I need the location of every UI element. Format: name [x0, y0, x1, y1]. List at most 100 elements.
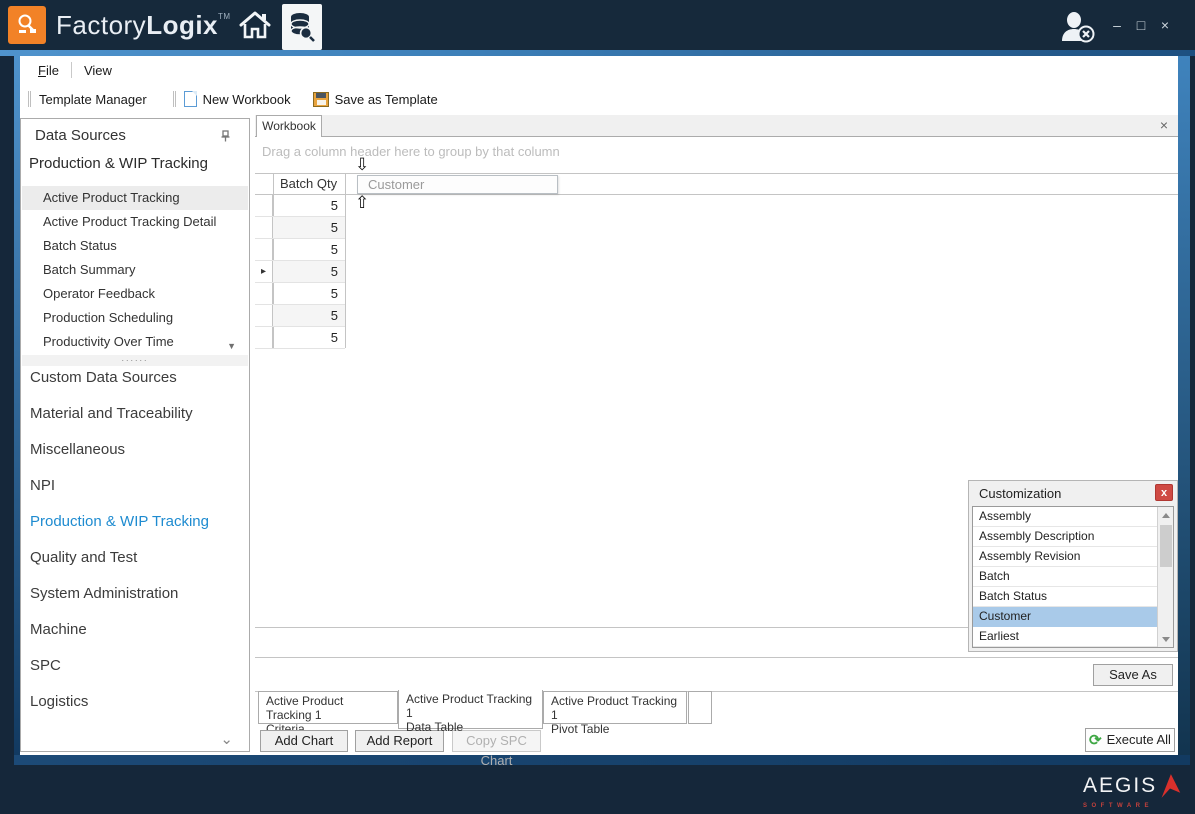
- add-chart-button[interactable]: Add Chart: [260, 730, 348, 752]
- table-row[interactable]: 5: [255, 327, 345, 349]
- brand-trademark: TM: [218, 12, 231, 21]
- logo-glyph-icon: [14, 12, 40, 38]
- category-machine[interactable]: Machine: [22, 611, 248, 647]
- customization-close-button[interactable]: x: [1155, 484, 1173, 501]
- data-explorer-tab[interactable]: [282, 4, 322, 50]
- field-customer[interactable]: Customer: [973, 607, 1173, 627]
- menu-view[interactable]: View: [76, 60, 120, 81]
- home-icon[interactable]: [238, 10, 272, 45]
- tab-workbook[interactable]: Workbook: [256, 115, 322, 137]
- category-miscellaneous[interactable]: Miscellaneous: [22, 431, 248, 467]
- field-batch-status[interactable]: Batch Status: [973, 587, 1173, 607]
- data-sources-panel: Data Sources Production & WIP Tracking A…: [20, 118, 250, 752]
- sidebar-item-active-product-tracking-detail[interactable]: Active Product Tracking Detail: [22, 210, 248, 234]
- aegis-logo: AEGIS SOFTWARE: [1083, 770, 1183, 809]
- table-row[interactable]: 5: [255, 305, 345, 327]
- execute-all-button[interactable]: ⟳ Execute All: [1085, 728, 1175, 752]
- category-material-and-traceability[interactable]: Material and Traceability: [22, 395, 248, 431]
- execute-icon: ⟳: [1089, 733, 1102, 748]
- menubar: File View: [20, 56, 1178, 84]
- template-manager-button[interactable]: Template Manager: [39, 92, 155, 107]
- new-workbook-button[interactable]: New Workbook: [184, 91, 299, 107]
- window-frame-right: [1178, 56, 1190, 755]
- grid-header-bottom-border: [255, 194, 1178, 195]
- tab-line2: Data Table: [406, 720, 535, 734]
- titlebar: FactoryLogixTM – □ ×: [0, 0, 1195, 50]
- batch-qty-cell: 5: [273, 283, 345, 304]
- table-row[interactable]: ▸5: [255, 261, 345, 283]
- category-production-wip-tracking[interactable]: Production & WIP Tracking: [22, 503, 248, 539]
- row-indicator: [255, 305, 273, 326]
- drop-indicator-down-icon: ⇩: [355, 157, 369, 173]
- table-row[interactable]: 5: [255, 239, 345, 261]
- batch-qty-cell: 5: [273, 217, 345, 238]
- panel-divider: [255, 657, 1178, 658]
- scroll-up-icon[interactable]: [1158, 507, 1174, 523]
- save-as-template-button[interactable]: Save as Template: [313, 92, 446, 107]
- sidebar-section-title: Production & WIP Tracking: [29, 155, 208, 172]
- field-assembly-description[interactable]: Assembly Description: [973, 527, 1173, 547]
- field-assembly[interactable]: Assembly: [973, 507, 1173, 527]
- batch-qty-cell: 5: [273, 327, 345, 348]
- field-assembly-revision[interactable]: Assembly Revision: [973, 547, 1173, 567]
- tab-criteria[interactable]: Active Product Tracking 1 Criteria: [258, 691, 398, 724]
- tab-pivot-table[interactable]: Active Product Tracking 1 Pivot Table: [543, 691, 687, 724]
- batch-qty-cell: 5: [273, 195, 345, 216]
- batch-qty-cell: 5: [273, 305, 345, 326]
- sidebar-category-list: Custom Data Sources Material and Traceab…: [22, 359, 248, 719]
- customization-scrollbar[interactable]: [1157, 507, 1173, 647]
- save-as-button[interactable]: Save As: [1093, 664, 1173, 686]
- grid-header-top-border: [255, 173, 1178, 174]
- category-custom-data-sources[interactable]: Custom Data Sources: [22, 359, 248, 395]
- sidebar-item-batch-status[interactable]: Batch Status: [22, 234, 248, 258]
- brand-logix: Logix: [146, 10, 218, 41]
- table-row[interactable]: 5: [255, 283, 345, 305]
- tab-line1: Active Product Tracking 1: [406, 692, 535, 720]
- window-minimize-button[interactable]: –: [1104, 0, 1130, 50]
- drop-indicator-up-icon: ⇧: [355, 195, 369, 211]
- brand-factory: Factory: [56, 10, 146, 41]
- window-close-button[interactable]: ×: [1152, 0, 1178, 50]
- category-npi[interactable]: NPI: [22, 467, 248, 503]
- sidebar-item-active-product-tracking[interactable]: Active Product Tracking: [22, 186, 248, 210]
- table-row[interactable]: 5: [255, 195, 345, 217]
- template-manager-label: Template Manager: [39, 92, 147, 107]
- table-row[interactable]: 5: [255, 217, 345, 239]
- menu-file[interactable]: File: [30, 60, 67, 81]
- save-as-template-label: Save as Template: [335, 92, 438, 107]
- category-system-administration[interactable]: System Administration: [22, 575, 248, 611]
- tab-new-placeholder[interactable]: [688, 691, 712, 724]
- sidebar-table-list: Active Product Tracking Active Product T…: [22, 186, 248, 354]
- grid-qty-column-border: [345, 173, 346, 348]
- new-workbook-label: New Workbook: [203, 92, 291, 107]
- tab-data-table[interactable]: Active Product Tracking 1 Data Table: [398, 690, 543, 729]
- sidebar-item-batch-summary[interactable]: Batch Summary: [22, 258, 248, 282]
- app-brand: FactoryLogixTM: [56, 0, 231, 50]
- dragged-column-customer[interactable]: Customer: [357, 175, 558, 194]
- sidebar-item-production-scheduling[interactable]: Production Scheduling: [22, 306, 248, 330]
- sidebar-item-operator-feedback[interactable]: Operator Feedback: [22, 282, 248, 306]
- user-logout-icon[interactable]: [1058, 11, 1098, 48]
- customization-field-list: Assembly Assembly Description Assembly R…: [972, 506, 1174, 648]
- sidebar-scroll-chevron-icon[interactable]: ⌄: [220, 735, 233, 745]
- sidebar-item-productivity-over-time[interactable]: Productivity Over Time ▼: [22, 330, 248, 354]
- category-spc[interactable]: SPC: [22, 647, 248, 683]
- scrollbar-thumb[interactable]: [1160, 525, 1172, 567]
- batch-qty-cell: 5: [273, 261, 345, 282]
- pin-icon[interactable]: [220, 129, 231, 147]
- row-indicator: [255, 283, 273, 304]
- toolbar-grip-icon: [28, 91, 31, 107]
- field-batch[interactable]: Batch: [973, 567, 1173, 587]
- column-header-batch-qty[interactable]: Batch Qty: [274, 174, 345, 194]
- window-maximize-button[interactable]: □: [1128, 0, 1154, 50]
- factorylogix-logo-icon: [8, 6, 46, 44]
- field-earliest[interactable]: Earliest: [973, 627, 1173, 647]
- category-logistics[interactable]: Logistics: [22, 683, 248, 719]
- scroll-down-icon[interactable]: [1158, 631, 1174, 647]
- aegis-brand-text: AEGIS: [1083, 774, 1157, 798]
- aegis-arrow-icon: [1159, 770, 1183, 802]
- category-quality-and-test[interactable]: Quality and Test: [22, 539, 248, 575]
- new-document-icon: [184, 91, 197, 107]
- workbook-close-icon[interactable]: ×: [1160, 117, 1168, 133]
- row-indicator: [255, 327, 273, 348]
